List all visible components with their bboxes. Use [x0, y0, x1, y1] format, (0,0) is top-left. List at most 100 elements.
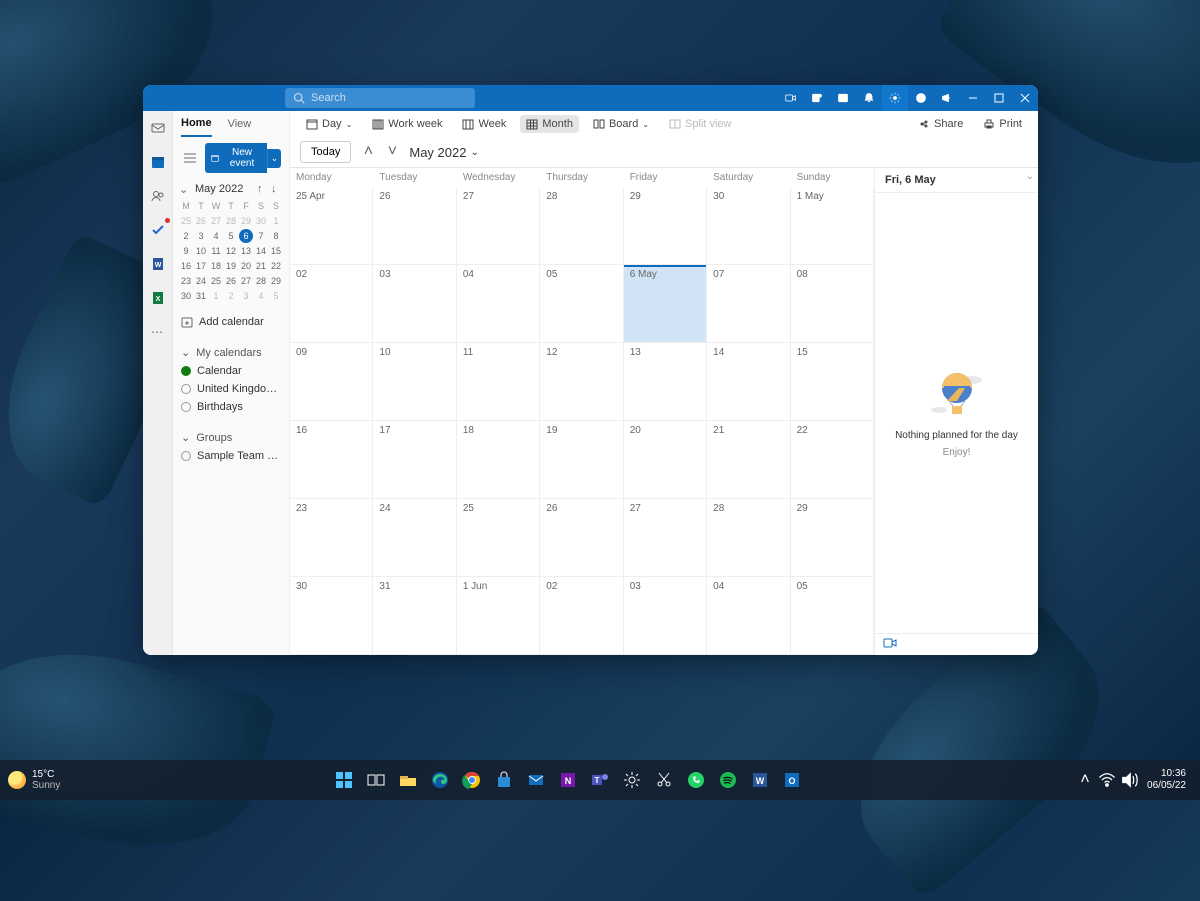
view-workweek-button[interactable]: Work week — [366, 115, 448, 133]
minical-day[interactable]: 2 — [224, 289, 238, 303]
minical-day[interactable]: 27 — [239, 274, 253, 288]
mail-icon[interactable] — [521, 765, 551, 795]
minical-day[interactable]: 26 — [194, 214, 208, 228]
minical-day[interactable]: 3 — [239, 289, 253, 303]
grid-cell[interactable]: 1 Jun — [457, 577, 540, 655]
minical-day[interactable]: 28 — [224, 214, 238, 228]
onenote-icon[interactable]: N — [553, 765, 583, 795]
minical-day[interactable]: 28 — [254, 274, 268, 288]
minical-day[interactable]: 29 — [239, 214, 253, 228]
taskbar-clock[interactable]: 10:36 06/05/22 — [1141, 768, 1192, 792]
grid-cell[interactable]: 09 — [290, 343, 373, 421]
rail-word-icon[interactable]: W — [147, 253, 169, 275]
prev-period-icon[interactable]: ˄ — [361, 145, 375, 159]
grid-cell[interactable]: 23 — [290, 499, 373, 577]
minical-day[interactable]: 16 — [179, 259, 193, 273]
minical-day[interactable]: 12 — [224, 244, 238, 258]
minical-day[interactable]: 30 — [254, 214, 268, 228]
grid-cell[interactable]: 10 — [373, 343, 456, 421]
minical-day[interactable]: 1 — [209, 289, 223, 303]
minical-day[interactable]: 24 — [194, 274, 208, 288]
grid-cell[interactable]: 05 — [791, 577, 874, 655]
calendar-item-calendar[interactable]: Calendar — [181, 362, 281, 380]
add-calendar-button[interactable]: Add calendar — [181, 313, 281, 331]
close-button[interactable] — [1012, 85, 1038, 111]
grid-cell[interactable]: 03 — [373, 265, 456, 343]
view-board-button[interactable]: Board⌄ — [587, 115, 655, 133]
grid-cell[interactable]: 31 — [373, 577, 456, 655]
rail-todo-icon[interactable] — [147, 219, 169, 241]
grid-cell[interactable]: 27 — [624, 499, 707, 577]
grid-cell[interactable]: 30 — [707, 187, 790, 265]
grid-cell[interactable]: 13 — [624, 343, 707, 421]
minimize-button[interactable] — [960, 85, 986, 111]
grid-cell[interactable]: 28 — [540, 187, 623, 265]
help-icon[interactable] — [908, 85, 934, 111]
minical-day[interactable]: 30 — [179, 289, 193, 303]
teams-call-icon[interactable] — [804, 85, 830, 111]
ribbon-expand-icon[interactable]: ⌄ — [1026, 171, 1034, 182]
grid-cell[interactable]: 12 — [540, 343, 623, 421]
taskbar-weather[interactable]: 15°C Sunny — [8, 769, 60, 791]
period-title[interactable]: May 2022 ⌄ — [409, 145, 478, 160]
volume-icon[interactable] — [1119, 765, 1139, 795]
edge-icon[interactable] — [425, 765, 455, 795]
chrome-icon[interactable] — [457, 765, 487, 795]
grid-cell[interactable]: 25 — [457, 499, 540, 577]
rail-excel-icon[interactable]: X — [147, 287, 169, 309]
store-icon[interactable] — [489, 765, 519, 795]
view-week-button[interactable]: Week — [456, 115, 512, 133]
rail-more-icon[interactable]: ⋯ — [147, 321, 169, 343]
grid-cell[interactable]: 05 — [540, 265, 623, 343]
tab-view[interactable]: View — [228, 111, 252, 137]
snip-icon[interactable] — [649, 765, 679, 795]
new-event-dropdown[interactable]: ⌄ — [267, 149, 281, 168]
minical-day[interactable]: 26 — [224, 274, 238, 288]
grid-cell[interactable]: 28 — [707, 499, 790, 577]
minical-day[interactable]: 7 — [254, 229, 268, 243]
rail-people-icon[interactable] — [147, 185, 169, 207]
minical-next-icon[interactable]: ↓ — [271, 183, 283, 195]
meet-now-icon[interactable] — [778, 85, 804, 111]
grid-cell[interactable]: 25 Apr — [290, 187, 373, 265]
minical-day[interactable]: 27 — [209, 214, 223, 228]
grid-cell[interactable]: 18 — [457, 421, 540, 499]
calendar-item-birthdays[interactable]: Birthdays — [181, 398, 281, 416]
minical-day[interactable]: 2 — [179, 229, 193, 243]
grid-cell[interactable]: 20 — [624, 421, 707, 499]
explorer-icon[interactable] — [393, 765, 423, 795]
next-period-icon[interactable]: ˅ — [385, 145, 399, 159]
minical-day[interactable]: 23 — [179, 274, 193, 288]
search-input[interactable]: Search — [285, 88, 475, 108]
grid-cell[interactable]: 26 — [540, 499, 623, 577]
grid-cell[interactable]: 04 — [707, 577, 790, 655]
minical-day[interactable]: 3 — [194, 229, 208, 243]
minical-day[interactable]: 9 — [179, 244, 193, 258]
share-button[interactable]: Share — [912, 115, 969, 133]
grid-cell[interactable]: 11 — [457, 343, 540, 421]
minical-collapse-icon[interactable]: ⌄ — [179, 183, 191, 195]
grid-cell[interactable]: 04 — [457, 265, 540, 343]
minical-day[interactable]: 29 — [269, 274, 283, 288]
minical-day[interactable]: 19 — [224, 259, 238, 273]
day-panel-footer[interactable] — [875, 633, 1038, 655]
megaphone-icon[interactable] — [934, 85, 960, 111]
minical-day[interactable]: 4 — [209, 229, 223, 243]
settings-icon[interactable] — [882, 85, 908, 111]
minical-day[interactable]: 10 — [194, 244, 208, 258]
groups-heading[interactable]: ⌄ Groups — [181, 428, 281, 447]
minical-day[interactable]: 11 — [209, 244, 223, 258]
grid-cell[interactable]: 02 — [290, 265, 373, 343]
view-day-button[interactable]: Day⌄ — [300, 115, 358, 133]
grid-cell[interactable]: 27 — [457, 187, 540, 265]
word-icon[interactable]: W — [745, 765, 775, 795]
maximize-button[interactable] — [986, 85, 1012, 111]
minical-day[interactable]: 4 — [254, 289, 268, 303]
calendar-item-uk-holidays[interactable]: United Kingdom holid... — [181, 380, 281, 398]
teams-icon[interactable]: T — [585, 765, 615, 795]
grid-cell[interactable]: 02 — [540, 577, 623, 655]
minical-day[interactable]: 21 — [254, 259, 268, 273]
outlook-icon[interactable]: O — [777, 765, 807, 795]
day-icon[interactable] — [830, 85, 856, 111]
print-button[interactable]: Print — [977, 115, 1028, 133]
